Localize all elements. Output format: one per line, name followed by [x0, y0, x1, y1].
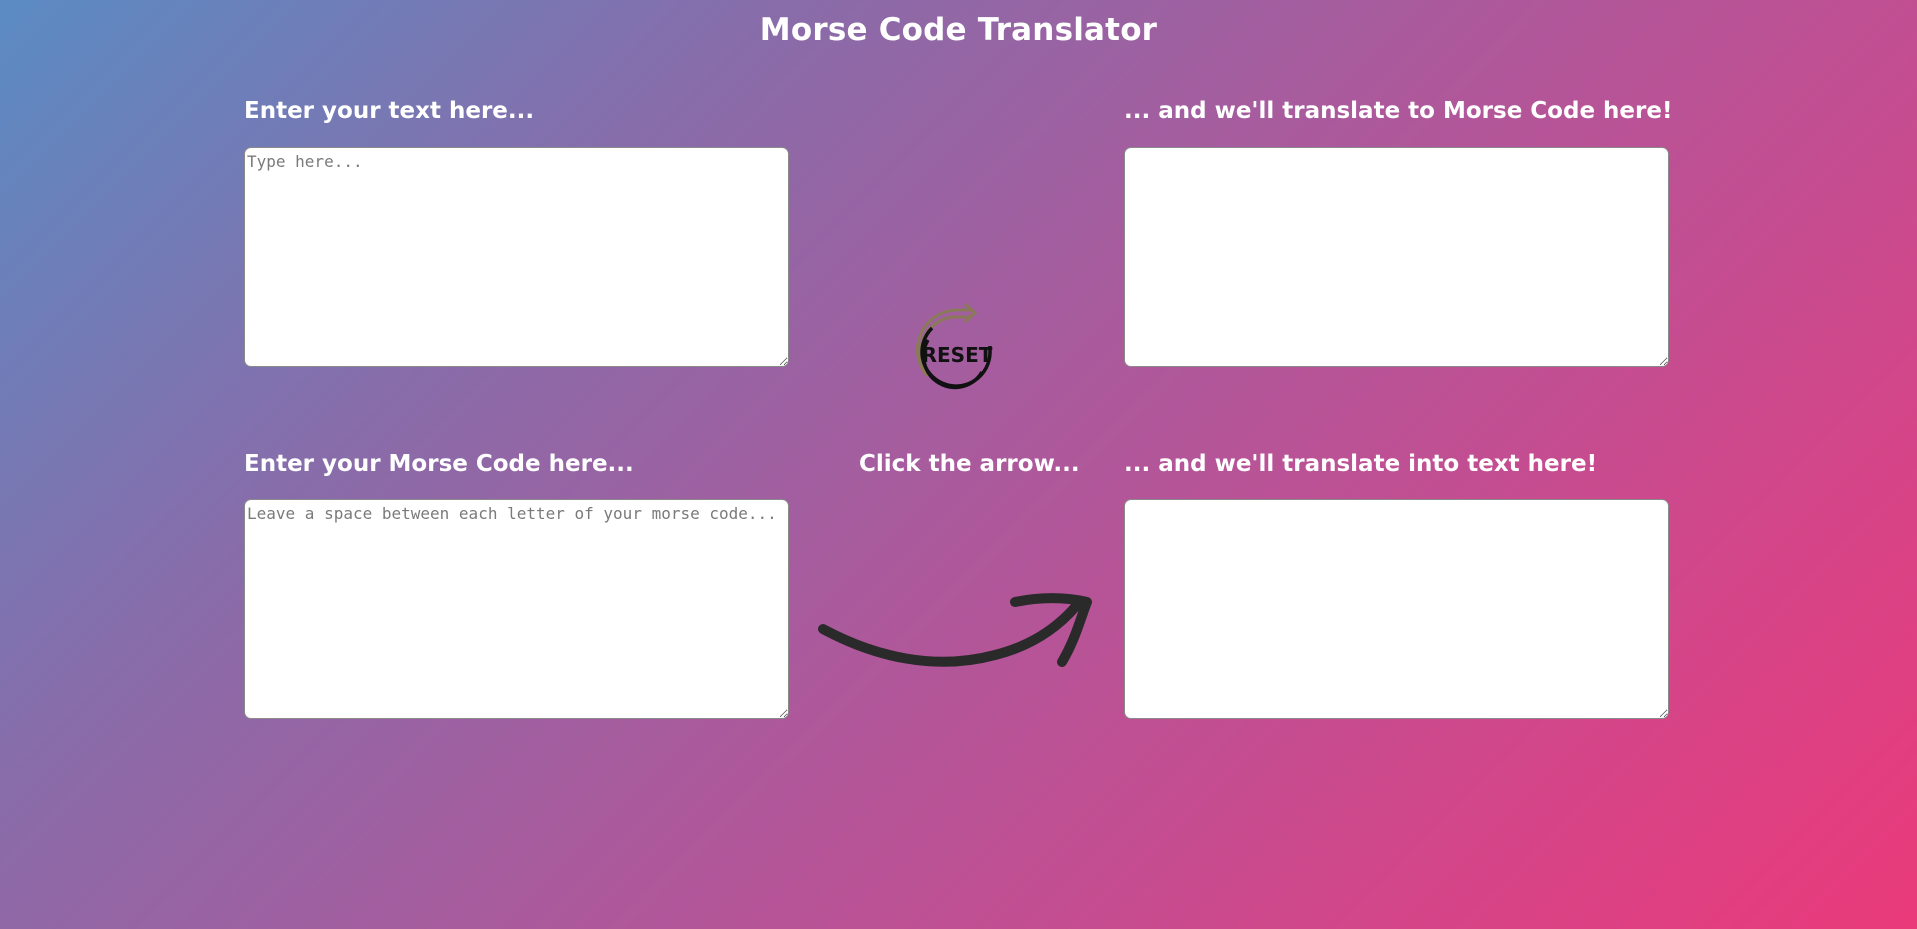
reset-circular-arrow-icon: RESET — [915, 302, 993, 390]
morse-input-label: Enter your Morse Code here... — [244, 451, 634, 477]
curved-arrow-right-icon — [818, 593, 1092, 667]
arrow-hint-label: Click the arrow... — [859, 451, 1080, 477]
text-input-field[interactable] — [244, 147, 789, 367]
reset-label: RESET — [922, 343, 993, 367]
reset-button[interactable]: RESET — [905, 300, 1007, 406]
morse-output-label: ... and we'll translate to Morse Code he… — [1124, 98, 1673, 124]
text-output-field[interactable] — [1124, 499, 1669, 719]
translate-arrow-button[interactable] — [815, 585, 1097, 677]
text-output-label: ... and we'll translate into text here! — [1124, 451, 1598, 477]
morse-input-field[interactable] — [244, 499, 789, 719]
morse-output-field[interactable] — [1124, 147, 1669, 367]
text-input-label: Enter your text here... — [244, 98, 535, 124]
page-title: Morse Code Translator — [759, 12, 1158, 48]
